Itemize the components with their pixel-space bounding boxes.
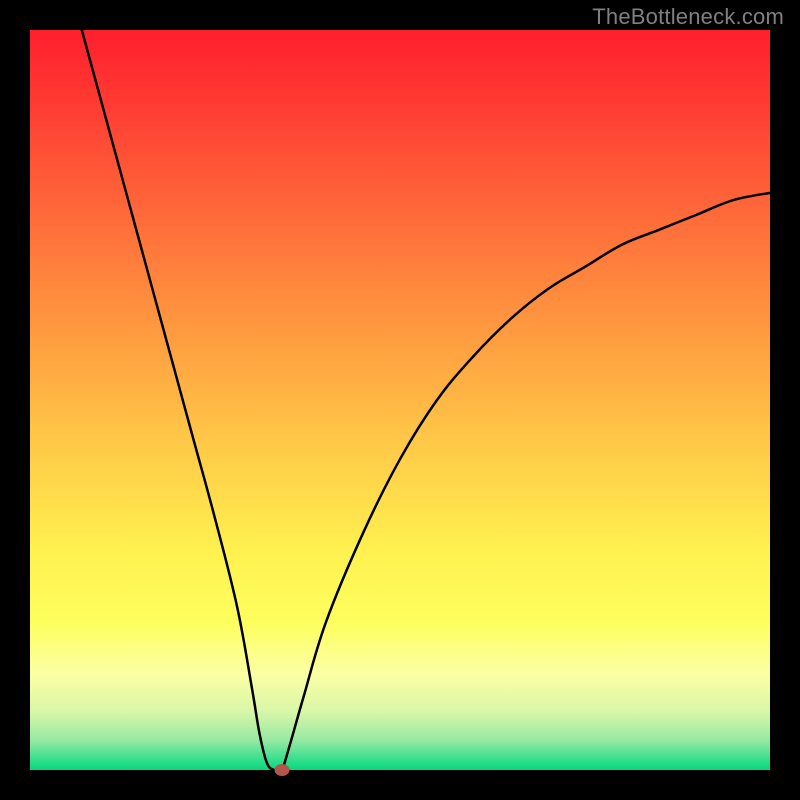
bottleneck-curve bbox=[82, 30, 770, 770]
chart-frame: TheBottleneck.com bbox=[0, 0, 800, 800]
curve-layer bbox=[30, 30, 770, 770]
watermark-text: TheBottleneck.com bbox=[592, 4, 784, 30]
plot-area bbox=[30, 30, 770, 770]
optimal-marker bbox=[274, 764, 289, 776]
